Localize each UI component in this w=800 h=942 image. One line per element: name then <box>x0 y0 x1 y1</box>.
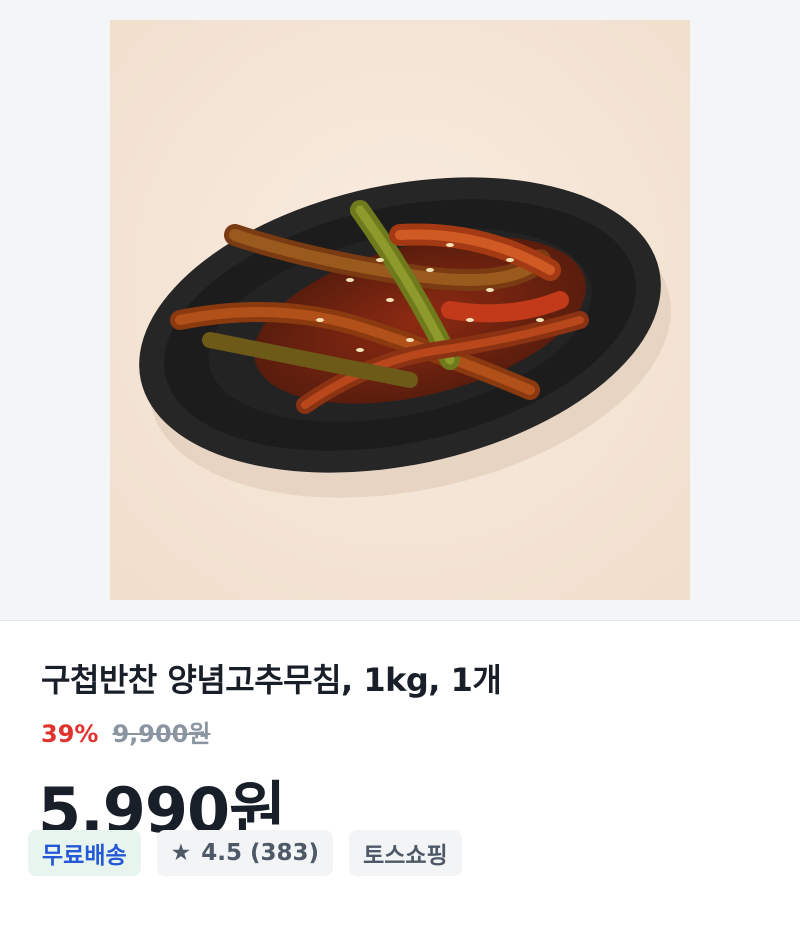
product-image-section <box>0 0 800 621</box>
product-title: 구첩반찬 양념고추무침, 1kg, 1개 <box>41 661 502 699</box>
discount-row: 39% 9,900원 <box>41 714 210 749</box>
review-count: (383) <box>250 840 320 866</box>
star-icon: ★ <box>170 840 192 866</box>
original-price: 9,900원 <box>112 720 211 748</box>
pepper-dish-illustration <box>110 20 690 600</box>
badge-row: 무료배송 ★ 4.5 (383) 토스쇼핑 <box>28 830 462 876</box>
rating-value: 4.5 <box>201 840 243 866</box>
rating-badge[interactable]: ★ 4.5 (383) <box>156 830 334 876</box>
product-image[interactable] <box>110 20 690 600</box>
free-shipping-badge: 무료배송 <box>28 830 141 876</box>
store-badge[interactable]: 토스쇼핑 <box>349 830 462 876</box>
discount-rate: 39% <box>41 720 99 748</box>
